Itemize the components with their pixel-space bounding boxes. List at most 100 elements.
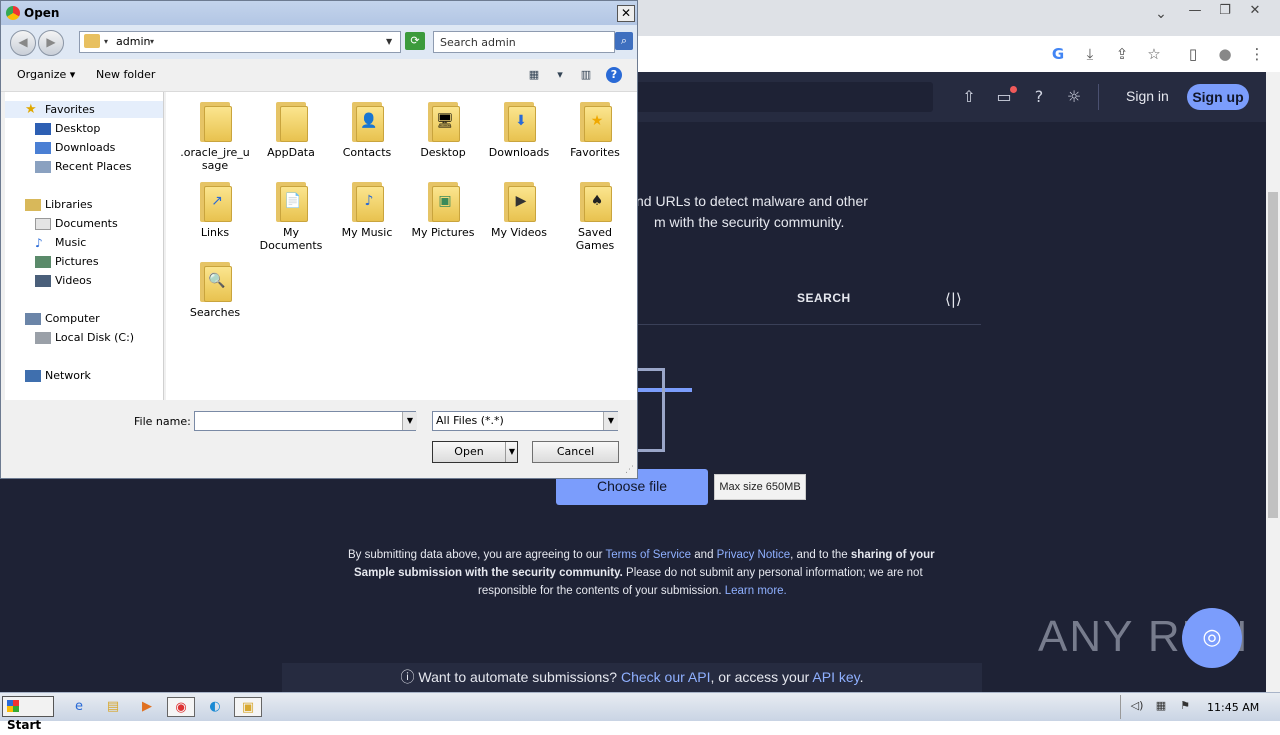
star-icon: ★ <box>590 113 604 129</box>
nav-desktop[interactable]: Desktop <box>55 122 100 135</box>
address-bar[interactable]: ▾ admin ▾ ▼ <box>79 31 401 53</box>
file-item-oracle-jre-usage[interactable]: .oracle_jre_u sage <box>180 98 250 172</box>
file-item-my-videos[interactable]: ▶ My Videos <box>484 178 554 239</box>
file-item-appdata[interactable]: AppData <box>256 98 326 159</box>
organize-menu[interactable]: Organize ▾ <box>17 68 75 81</box>
open-split-dropdown-icon[interactable]: ▼ <box>505 442 518 462</box>
upload-icon[interactable]: ⇧ <box>958 86 980 108</box>
nav-local-disk[interactable]: Local Disk (C:) <box>55 331 134 344</box>
fingerprint-tab-icon[interactable]: ⟨|⟩ <box>945 290 962 308</box>
file-item-my-music[interactable]: ♪ My Music <box>332 178 402 239</box>
learn-more-link[interactable]: Learn more. <box>725 585 787 597</box>
nav-documents[interactable]: Documents <box>55 217 118 230</box>
view-dropdown-icon[interactable]: ▾ <box>552 67 568 83</box>
back-button[interactable]: ◀ <box>10 30 36 56</box>
page-scrollbar-thumb[interactable] <box>1268 192 1278 518</box>
max-size-tooltip: Max size 650MB <box>714 474 806 500</box>
new-folder-button[interactable]: New folder <box>96 68 155 81</box>
clock[interactable]: 11:45 AM <box>1207 701 1259 714</box>
terms-text: Please do not submit any personal inform… <box>622 567 923 579</box>
forward-button[interactable]: ▶ <box>38 30 64 56</box>
window-controls: — ❐ ✕ <box>1180 0 1270 22</box>
address-history-dropdown-icon[interactable]: ▼ <box>386 37 392 46</box>
address-breadcrumb-admin[interactable]: admin <box>116 35 150 48</box>
file-type-dropdown-icon[interactable]: ▼ <box>603 412 618 430</box>
open-button[interactable]: Open ▼ <box>432 441 518 463</box>
tab-search-chevron-icon[interactable]: ⌄ <box>1152 6 1170 24</box>
edge-icon[interactable]: ◐ <box>204 697 226 717</box>
nav-favorites[interactable]: Favorites <box>45 103 95 116</box>
cancel-button[interactable]: Cancel <box>532 441 619 463</box>
chat-bubble-button[interactable]: ◎ <box>1182 608 1242 668</box>
tab-search[interactable]: SEARCH <box>797 291 851 305</box>
breadcrumb-arrow-icon[interactable]: ▾ <box>150 37 154 46</box>
change-view-icon[interactable]: ▦ <box>526 67 542 83</box>
install-icon[interactable]: ⤓ <box>1080 44 1100 64</box>
file-name-dropdown-icon[interactable]: ▼ <box>402 412 417 430</box>
file-item-downloads[interactable]: ⬇ Downloads <box>484 98 554 159</box>
api-key-link[interactable]: API key <box>812 669 859 685</box>
page-scrollbar[interactable] <box>1266 72 1280 692</box>
menu-kebab-icon[interactable]: ⋮ <box>1247 44 1267 64</box>
nav-recent-places[interactable]: Recent Places <box>55 160 132 173</box>
side-panel-icon[interactable]: ▯ <box>1183 44 1203 64</box>
profile-avatar-icon[interactable]: ● <box>1215 44 1235 64</box>
sign-in-link[interactable]: Sign in <box>1126 88 1169 104</box>
file-item-links[interactable]: ↗ Links <box>180 178 250 239</box>
network-tray-icon[interactable]: ▦ <box>1153 699 1169 715</box>
nav-pictures[interactable]: Pictures <box>55 255 99 268</box>
preview-pane-icon[interactable]: ▥ <box>578 67 594 83</box>
file-item-my-documents[interactable]: 📄 My Documents <box>256 178 326 252</box>
nav-videos[interactable]: Videos <box>55 274 92 287</box>
breadcrumb-arrow-icon[interactable]: ▾ <box>104 37 108 46</box>
dialog-close-button[interactable]: ✕ <box>617 5 635 22</box>
resize-grip-icon[interactable]: ⋰ <box>625 465 635 475</box>
file-item-contacts[interactable]: 👤 Contacts <box>332 98 402 159</box>
file-item-searches[interactable]: 🔍 Searches <box>180 258 250 319</box>
start-button[interactable]: Start <box>2 696 54 732</box>
file-list-pane: .oracle_jre_u sage AppData 👤 Contacts 🖥 … <box>166 92 637 400</box>
file-item-favorites[interactable]: ★ Favorites <box>560 98 630 159</box>
search-icon[interactable]: ⌕ <box>615 32 633 50</box>
intro-text-line2: m with the security community. <box>654 214 845 230</box>
share-icon[interactable]: ⇪ <box>1112 44 1132 64</box>
favorites-folder-icon: ★ <box>578 98 612 142</box>
nav-downloads[interactable]: Downloads <box>55 141 115 154</box>
theme-toggle-icon[interactable]: ☼ <box>1063 86 1085 108</box>
help-icon[interactable]: ? <box>606 67 622 83</box>
media-player-icon[interactable]: ▶ <box>136 697 158 717</box>
google-icon[interactable]: G <box>1048 44 1068 64</box>
minimize-button[interactable]: — <box>1180 0 1210 22</box>
pictures-folder-icon: ▣ <box>426 178 460 222</box>
file-item-saved-games[interactable]: ♠ Saved Games <box>560 178 630 252</box>
nav-libraries[interactable]: Libraries <box>45 198 93 211</box>
help-icon[interactable]: ? <box>1028 86 1050 108</box>
api-text: , or access your <box>710 669 813 685</box>
privacy-notice-link[interactable]: Privacy Notice <box>717 549 791 561</box>
internet-explorer-icon[interactable]: e <box>68 697 90 717</box>
site-search-input[interactable] <box>600 82 933 112</box>
bookmark-star-icon[interactable]: ☆ <box>1144 44 1164 64</box>
search-admin-input[interactable]: Search admin <box>433 31 615 53</box>
dialog-title-bar[interactable]: Open ✕ <box>1 1 637 25</box>
file-item-my-pictures[interactable]: ▣ My Pictures <box>408 178 478 239</box>
action-center-flag-icon[interactable]: ⚑ <box>1177 699 1193 715</box>
file-type-select[interactable]: All Files (*.*) <box>432 411 618 431</box>
refresh-button[interactable]: ⟳ <box>405 32 425 50</box>
file-item-desktop[interactable]: 🖥 Desktop <box>408 98 478 159</box>
app-taskbar-icon[interactable]: ▣ <box>234 697 262 717</box>
chrome-taskbar-icon[interactable]: ◉ <box>167 697 195 717</box>
sign-up-button[interactable]: Sign up <box>1187 84 1249 110</box>
file-name-input[interactable] <box>194 411 416 431</box>
desktop-folder-icon: 🖥 <box>426 98 460 142</box>
nav-network[interactable]: Network <box>45 369 91 382</box>
volume-icon[interactable]: ◁) <box>1129 699 1145 715</box>
restore-button[interactable]: ❐ <box>1210 0 1240 22</box>
file-explorer-icon[interactable]: ▤ <box>102 697 124 717</box>
saved-games-folder-icon: ♠ <box>578 178 612 222</box>
check-api-link[interactable]: Check our API <box>621 669 711 685</box>
nav-music[interactable]: Music <box>55 236 86 249</box>
close-window-button[interactable]: ✕ <box>1240 0 1270 22</box>
nav-computer[interactable]: Computer <box>45 312 100 325</box>
terms-of-service-link[interactable]: Terms of Service <box>605 549 691 561</box>
